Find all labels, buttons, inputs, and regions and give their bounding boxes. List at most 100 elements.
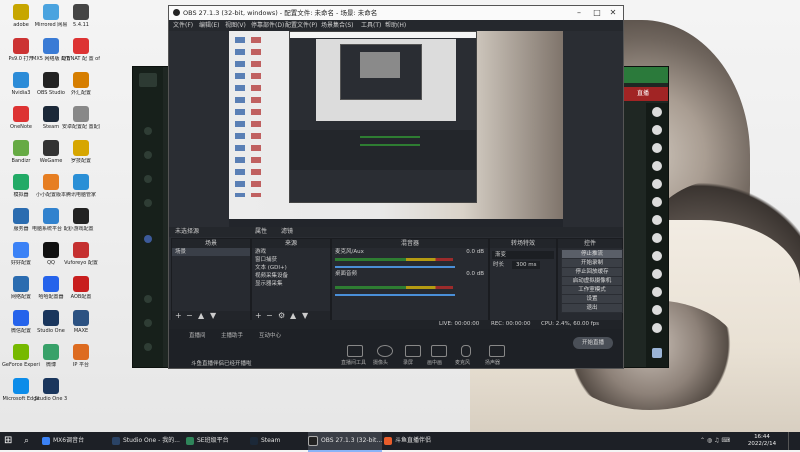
tray-icons[interactable]: ⌃ ◍ ♫ ⌨ [700,432,730,450]
desktop-icon[interactable]: Vuforeyo 配置 [62,242,100,266]
exit-button[interactable]: 退出 [561,303,623,313]
start-windows-icon[interactable]: ⊞ [4,432,12,450]
avatar[interactable] [652,215,662,225]
desktop-icon-label: Vuforeyo 配置 [64,260,98,266]
menu-file[interactable]: 文件(F) [173,20,193,31]
tools-icon[interactable] [347,345,363,357]
screen-record-icon[interactable] [405,345,421,357]
source-item[interactable]: 文本 (GDI+) [252,264,330,272]
helper-tab[interactable]: 直播间 [189,331,206,339]
nav-dot-icon[interactable] [144,343,152,351]
minimize-icon[interactable]: – [571,6,587,20]
source-item[interactable]: 游戏 [252,248,330,256]
desktop-icon[interactable]: 罗技配置 [62,140,100,164]
transition-select[interactable]: 渐变 [492,251,554,259]
nav-dot-icon[interactable] [144,199,152,207]
microphone-icon[interactable] [461,345,471,357]
app-icon [73,276,89,292]
avatar[interactable] [652,269,662,279]
menu-view[interactable]: 视图(V) [225,20,246,31]
add-icon[interactable]: + [255,312,262,320]
desktop-icon[interactable]: 5.4.11 [62,4,100,28]
start-live-button[interactable]: 开始直播 [573,337,613,349]
app-icon [112,436,120,445]
desktop-icon[interactable]: Studio One 3 [32,378,70,402]
maximize-icon[interactable]: □ [589,6,605,20]
search-icon[interactable] [144,295,152,303]
menu-edit[interactable]: 编辑(E) [199,20,219,31]
avatar[interactable] [652,323,662,333]
volume-slider[interactable] [335,294,455,296]
source-item[interactable]: 窗口捕获 [252,256,330,264]
source-item[interactable]: 显示器采集 [252,280,330,288]
chat-icon[interactable] [652,348,662,358]
controls-dock-title: 控件 [558,239,622,248]
speaker-icon[interactable] [489,345,505,357]
taskbar-app[interactable]: 斗鱼直播伴侣 [384,432,448,450]
properties-button[interactable]: 属性 [255,227,267,237]
desktop-icon[interactable]: MAXE [62,310,100,334]
source-item[interactable]: 视频采集设备 [252,272,330,280]
avatar[interactable] [652,287,662,297]
picture-in-picture-icon[interactable] [431,345,447,357]
desktop-icon[interactable]: 腾讯电脑管家 [62,174,100,198]
menu-tools[interactable]: 工具(T) [361,20,381,31]
gear-icon[interactable]: ⚙ [278,312,285,320]
remove-icon[interactable]: − [186,312,193,320]
taskbar-app-active[interactable]: OBS 27.1.3 (32-bit... [308,432,382,452]
close-icon[interactable]: ✕ [605,6,621,20]
avatar[interactable] [652,107,662,117]
desktop-icon[interactable]: DT/NAT 配 置 of bette... [62,38,100,62]
obs-window[interactable]: OBS 27.1.3 (32-bit, windows) - 配置文件: 未命名… [168,5,624,369]
controls-dock: 控件 停止推流 开始录制 停止回放缓存 启动虚拟摄像机 工作室模式 设置 退出 [557,238,623,322]
move-down-icon[interactable]: ▼ [210,312,216,320]
app-icon [73,4,89,20]
nav-dot-icon[interactable] [144,151,152,159]
avatar[interactable] [652,305,662,315]
desktop-icon[interactable]: 小游戏配置 [62,208,100,232]
nav-active-icon[interactable] [144,235,152,243]
search-icon[interactable]: ⌕ [24,432,29,450]
menu-help[interactable]: 帮助(H) [385,20,406,31]
add-icon[interactable]: + [175,312,182,320]
helper-tab[interactable]: 主播助手 [221,331,243,339]
app-logo [139,73,157,87]
filters-button[interactable]: 滤镜 [281,227,293,237]
preview-canvas[interactable] [229,31,563,227]
avatar[interactable] [652,143,662,153]
nav-dot-icon[interactable] [144,319,152,327]
remove-icon[interactable]: − [266,312,273,320]
show-desktop-button[interactable] [788,432,799,450]
clock[interactable]: 16:44 2022/2/14 [742,434,782,448]
move-up-icon[interactable]: ▲ [198,312,204,320]
desktop-icon[interactable]: 外汇配置 [62,72,100,96]
desktop-icon[interactable]: AOB配置 [62,276,100,300]
app-icon [186,436,194,445]
taskbar-app[interactable]: Steam [250,432,306,450]
avatar[interactable] [652,197,662,207]
menu-docks[interactable]: 停靠部件(D) [251,20,284,31]
taskbar-app[interactable]: Studio One - 我的... [112,432,182,450]
volume-slider[interactable] [335,266,455,268]
avatar[interactable] [652,233,662,243]
move-up-icon[interactable]: ▲ [290,312,296,320]
taskbar-app[interactable]: SE班级平台 [186,432,246,450]
taskbar-app[interactable]: MX6调音台 [42,432,106,450]
helper-tab[interactable]: 互动中心 [259,331,281,339]
app-icon [250,436,258,445]
menu-profile[interactable]: 配置文件(P) [285,20,317,31]
duration-input[interactable]: 300 ms [512,261,541,269]
nav-dot-icon[interactable] [144,127,152,135]
camera-icon[interactable] [377,345,393,357]
avatar[interactable] [652,125,662,135]
desktop-icon[interactable]: IP 平台 [62,344,100,368]
desktop-icon[interactable]: 安卓配置配 置配置-OW [62,106,100,130]
move-down-icon[interactable]: ▼ [302,312,308,320]
avatar[interactable] [652,179,662,189]
menu-scene-collection[interactable]: 场景集合(S) [321,20,354,31]
scene-item[interactable]: 场景 [172,248,250,256]
action-label: 麦克风 [455,360,471,366]
nav-dot-icon[interactable] [144,175,152,183]
avatar[interactable] [652,161,662,171]
avatar[interactable] [652,251,662,261]
